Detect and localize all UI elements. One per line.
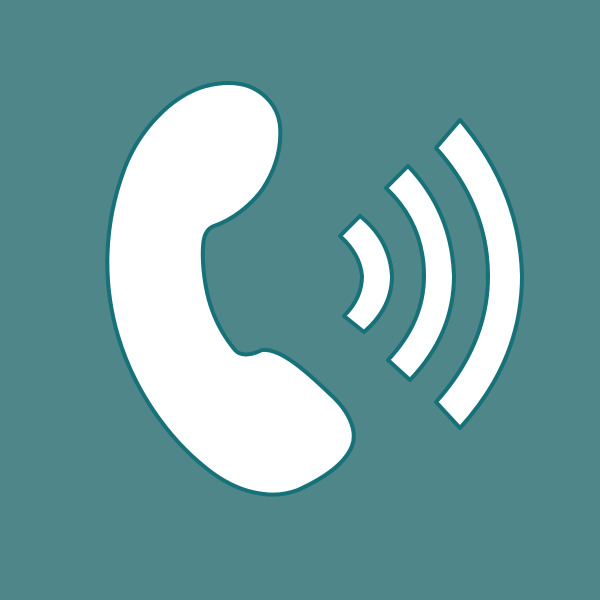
signal-wave-medium-icon [384, 164, 456, 382]
signal-wave-small-icon [338, 214, 394, 334]
app-icon-tile [0, 0, 600, 600]
phone-ringing-icon[interactable] [0, 0, 600, 600]
handset-icon [105, 81, 356, 497]
